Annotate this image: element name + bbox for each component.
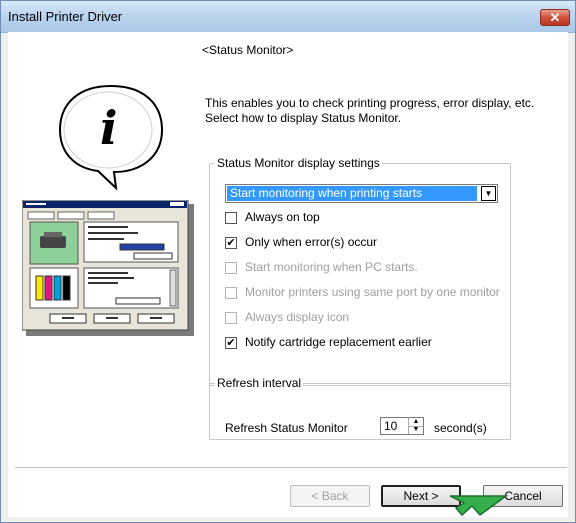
always-display-icon-checkbox — [225, 312, 237, 324]
status-monitor-illustration-icon — [22, 200, 194, 336]
dialog-content: i <Status Monitor> This enables you to c… — [8, 32, 568, 517]
pointer-arrow-icon — [449, 495, 509, 517]
notify-cartridge-label: Notify cartridge replacement earlier — [245, 335, 432, 349]
refresh-interval-unit: second(s) — [434, 421, 487, 435]
refresh-interval-spinner[interactable]: 10 ▲ ▼ — [380, 417, 424, 435]
refresh-interval-value[interactable]: 10 — [384, 419, 397, 433]
always-display-icon-label: Always display icon — [245, 310, 350, 324]
always-on-top-label: Always on top — [245, 210, 320, 224]
notify-cartridge-checkbox[interactable]: ✔ — [225, 337, 237, 349]
always-on-top-checkbox[interactable] — [225, 212, 237, 224]
start-when-pc-starts-label: Start monitoring when PC starts. — [245, 260, 418, 274]
title-bar: Install Printer Driver ✕ — [1, 1, 575, 33]
description-line-1: This enables you to check printing progr… — [205, 96, 535, 110]
only-when-errors-label: Only when error(s) occur — [245, 235, 378, 249]
footer-separator — [15, 467, 567, 468]
window-title: Install Printer Driver — [8, 9, 123, 24]
display-settings-group: Status Monitor display settings Start mo… — [209, 156, 511, 386]
dropdown-arrow-icon[interactable]: ▼ — [481, 186, 496, 201]
monitoring-mode-selected-value: Start monitoring when printing starts — [227, 186, 477, 201]
spin-down-icon[interactable]: ▼ — [409, 426, 423, 434]
display-settings-group-title: Status Monitor display settings — [215, 156, 382, 170]
info-glyph: i — [100, 101, 118, 155]
monitoring-mode-dropdown[interactable]: Start monitoring when printing starts ▼ — [225, 184, 498, 203]
refresh-interval-group-title: Refresh interval — [215, 376, 304, 390]
install-printer-driver-window: Install Printer Driver ✕ i <Status Monit… — [0, 0, 576, 523]
refresh-status-monitor-label: Refresh Status Monitor — [225, 421, 348, 435]
only-when-errors-checkbox[interactable]: ✔ — [225, 237, 237, 249]
page-heading: <Status Monitor> — [202, 43, 294, 57]
description-line-2: Select how to display Status Monitor. — [205, 111, 402, 125]
monitor-same-port-checkbox — [225, 287, 237, 299]
start-when-pc-starts-checkbox — [225, 262, 237, 274]
close-button[interactable]: ✕ — [540, 9, 570, 26]
monitor-same-port-label: Monitor printers using same port by one … — [245, 285, 500, 299]
refresh-interval-group: Refresh interval Refresh Status Monitor … — [209, 376, 511, 440]
back-button[interactable]: < Back — [290, 485, 370, 507]
